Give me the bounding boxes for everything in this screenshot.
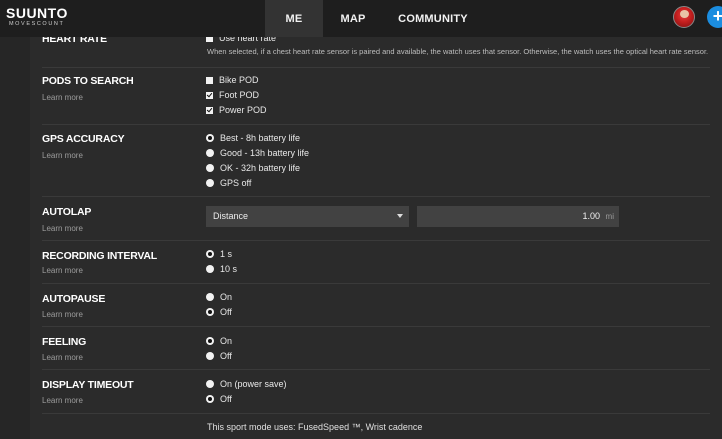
logo-brand-text: SUUNTO xyxy=(6,5,68,21)
autolap-label: AUTOLAP xyxy=(42,206,92,218)
autopause-off-text: Off xyxy=(220,307,232,317)
nav-tab-map[interactable]: MAP xyxy=(323,0,383,37)
pods-learn-more-link[interactable]: Learn more xyxy=(42,93,83,102)
gps-best-option[interactable]: Best - 8h battery life xyxy=(206,131,300,145)
autolap-learn-more-link[interactable]: Learn more xyxy=(42,224,83,233)
bike-pod-checkbox[interactable] xyxy=(206,76,213,84)
autopause-on-option[interactable]: On xyxy=(206,290,232,304)
gps-good-text: Good - 13h battery life xyxy=(220,148,310,158)
recording-label: RECORDING INTERVAL xyxy=(42,250,158,262)
power-pod-checkbox[interactable] xyxy=(206,106,213,114)
recording-learn-more-link[interactable]: Learn more xyxy=(42,266,83,275)
feeling-learn-more-link[interactable]: Learn more xyxy=(42,353,83,362)
display-timeout-on-radio[interactable] xyxy=(206,380,214,388)
main-nav: ME MAP COMMUNITY xyxy=(265,0,483,37)
foot-pod-checkbox[interactable] xyxy=(206,91,213,99)
autopause-label: AUTOPAUSE xyxy=(42,293,106,305)
autopause-on-radio[interactable] xyxy=(206,293,214,301)
recording-1s-text: 1 s xyxy=(220,249,233,259)
gps-off-radio[interactable] xyxy=(206,179,214,187)
recording-10s-text: 10 s xyxy=(220,264,238,274)
display-timeout-on-text: On (power save) xyxy=(220,379,287,389)
gps-off-option[interactable]: GPS off xyxy=(206,176,251,190)
gps-good-radio[interactable] xyxy=(206,149,214,157)
logo-sub-text: MOVESCOUNT xyxy=(9,21,65,27)
recording-1s-radio[interactable] xyxy=(206,250,214,258)
add-icon[interactable]: + xyxy=(707,6,722,28)
gps-label: GPS ACCURACY xyxy=(42,133,125,145)
feeling-off-radio[interactable] xyxy=(206,352,214,360)
autolap-distance-input[interactable]: 1.00 mi xyxy=(417,206,619,227)
autopause-learn-more-link[interactable]: Learn more xyxy=(42,310,83,319)
left-gutter xyxy=(0,37,30,439)
feeling-row: FEELING Learn more On Off xyxy=(30,326,722,369)
recording-row: RECORDING INTERVAL Learn more 1 s 10 s xyxy=(30,240,722,283)
autolap-mode-value: Distance xyxy=(213,211,249,221)
autolap-mode-select[interactable]: Distance xyxy=(206,206,409,227)
sport-mode-uses-note: This sport mode uses: FusedSpeed ™, Wris… xyxy=(207,422,423,432)
heart-rate-description: When selected, if a chest heart rate sen… xyxy=(207,47,709,56)
display-timeout-row: DISPLAY TIMEOUT Learn more On (power sav… xyxy=(30,369,722,413)
bike-pod-option[interactable]: Bike POD xyxy=(206,73,259,87)
autolap-distance-unit: mi xyxy=(605,212,614,221)
gps-off-text: GPS off xyxy=(220,178,252,188)
recording-10s-radio[interactable] xyxy=(206,265,214,273)
nav-tab-community[interactable]: COMMUNITY xyxy=(383,0,483,37)
feeling-on-option[interactable]: On xyxy=(206,334,232,348)
autopause-off-option[interactable]: Off xyxy=(206,305,232,319)
gps-best-text: Best - 8h battery life xyxy=(220,133,301,143)
recording-10s-option[interactable]: 10 s xyxy=(206,262,237,276)
autolap-row: AUTOLAP Learn more Distance 1.00 mi xyxy=(30,196,722,240)
display-timeout-off-option[interactable]: Off xyxy=(206,392,232,406)
gps-best-radio[interactable] xyxy=(206,134,214,142)
autolap-distance-value: 1.00 xyxy=(582,211,600,221)
display-timeout-learn-more-link[interactable]: Learn more xyxy=(42,396,83,405)
power-pod-option[interactable]: Power POD xyxy=(206,103,267,117)
chevron-down-icon xyxy=(397,214,403,218)
feeling-label: FEELING xyxy=(42,336,87,348)
feeling-on-radio[interactable] xyxy=(206,337,214,345)
gps-ok-radio[interactable] xyxy=(206,164,214,172)
gps-learn-more-link[interactable]: Learn more xyxy=(42,151,83,160)
user-avatar[interactable] xyxy=(673,6,695,28)
feeling-off-text: Off xyxy=(220,351,232,361)
nav-tab-me[interactable]: ME xyxy=(265,0,323,37)
autopause-off-radio[interactable] xyxy=(206,308,214,316)
suunto-logo[interactable]: SUUNTO MOVESCOUNT xyxy=(6,6,68,28)
feeling-off-option[interactable]: Off xyxy=(206,349,232,363)
autopause-on-text: On xyxy=(220,292,233,302)
top-navigation-bar: SUUNTO MOVESCOUNT ME MAP COMMUNITY + xyxy=(0,0,722,37)
pods-label: PODS TO SEARCH xyxy=(42,75,134,87)
display-timeout-on-option[interactable]: On (power save) xyxy=(206,377,287,391)
display-timeout-off-radio[interactable] xyxy=(206,395,214,403)
autopause-row: AUTOPAUSE Learn more On Off xyxy=(30,283,722,326)
divider xyxy=(42,413,710,414)
gps-good-option[interactable]: Good - 13h battery life xyxy=(206,146,309,160)
foot-pod-text: Foot POD xyxy=(219,90,260,100)
recording-1s-option[interactable]: 1 s xyxy=(206,247,232,261)
pods-row: PODS TO SEARCH Learn more Bike POD Foot … xyxy=(30,67,722,124)
feeling-on-text: On xyxy=(220,336,233,346)
display-timeout-label: DISPLAY TIMEOUT xyxy=(42,379,134,391)
gps-ok-option[interactable]: OK - 32h battery life xyxy=(206,161,300,175)
gps-row: GPS ACCURACY Learn more Best - 8h batter… xyxy=(30,124,722,196)
display-timeout-off-text: Off xyxy=(220,394,232,404)
gps-ok-text: OK - 32h battery life xyxy=(220,163,301,173)
foot-pod-option[interactable]: Foot POD xyxy=(206,88,259,102)
power-pod-text: Power POD xyxy=(219,105,267,115)
bike-pod-text: Bike POD xyxy=(219,75,259,85)
